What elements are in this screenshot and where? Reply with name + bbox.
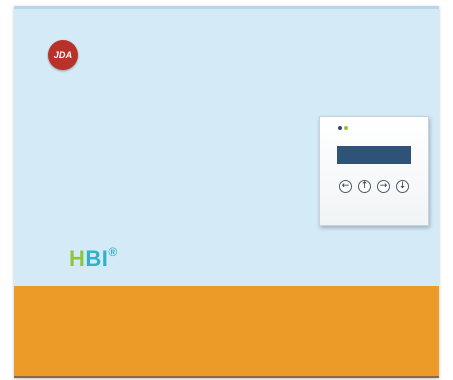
device-illustration: ← ↑ → ↓ (319, 116, 429, 226)
jda-logo[interactable]: JDA (48, 40, 78, 70)
orange-footer-band (14, 286, 439, 376)
down-arrow-icon[interactable]: ↓ (396, 180, 409, 193)
green-led-icon (344, 126, 348, 130)
logo-text: JDA (53, 50, 73, 60)
up-arrow-icon[interactable]: ↑ (358, 180, 371, 193)
brand-letter-h: H (69, 246, 86, 271)
right-arrow-icon[interactable]: → (377, 180, 390, 193)
registered-mark: ® (108, 244, 118, 259)
status-leds (338, 126, 348, 130)
hbi-brand-logo: HBI® (69, 244, 118, 272)
bottom-divider (14, 376, 439, 378)
left-arrow-icon[interactable]: ← (339, 180, 352, 193)
top-bar (14, 6, 439, 9)
brand-letters-bi: BI (85, 246, 109, 271)
device-button-row: ← ↑ → ↓ (339, 180, 409, 193)
device-screen (337, 146, 411, 164)
blue-led-icon (338, 126, 342, 130)
app-frame: JDA ← ↑ → ↓ HBI® (14, 6, 439, 378)
